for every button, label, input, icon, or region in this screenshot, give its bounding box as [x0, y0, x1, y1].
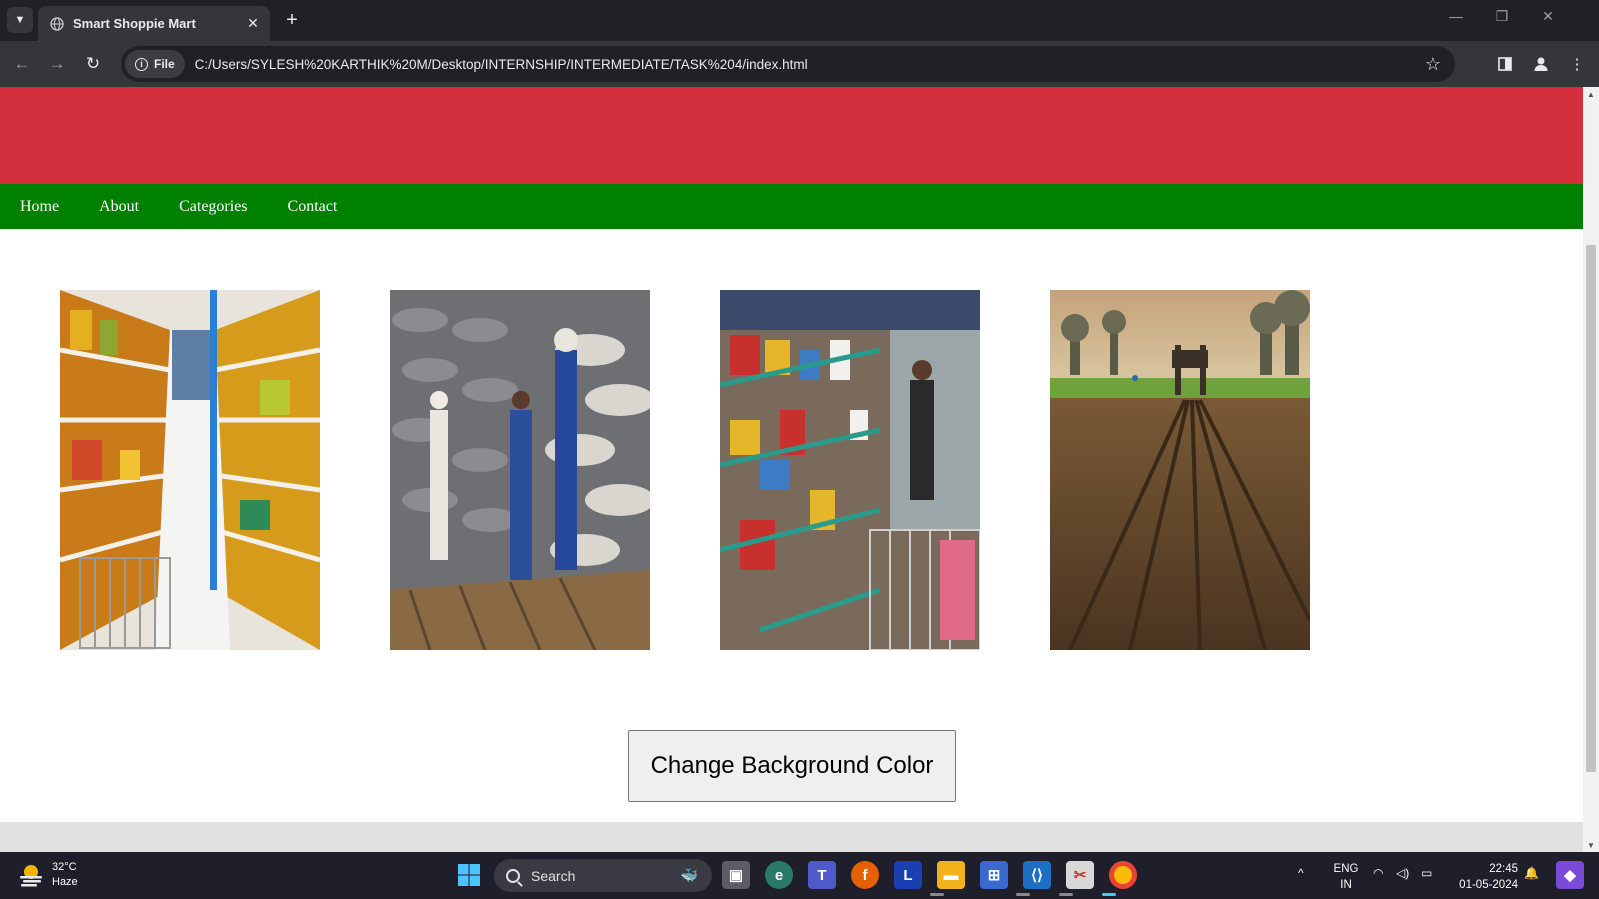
chip-label: File: [154, 57, 175, 71]
close-tab-icon[interactable]: ✕: [242, 15, 264, 32]
edge-browser-icon[interactable]: e: [765, 861, 793, 889]
supermarket-aisle-image: [60, 290, 320, 650]
nav-home-link[interactable]: Home: [20, 198, 59, 216]
change-background-color-button[interactable]: Change Background Color: [628, 730, 956, 802]
running-indicator: [1016, 893, 1030, 896]
side-panel-icon[interactable]: [1494, 53, 1516, 75]
taskbar-search[interactable]: Search 🐳: [494, 859, 712, 892]
address-bar[interactable]: i File C:/Users/SYLESH%20KARTHIK%20M/Des…: [121, 46, 1455, 82]
site-nav: Home About Categories Contact: [0, 184, 1583, 229]
globe-icon: [50, 16, 64, 31]
clock-time: 22:45: [1489, 863, 1518, 875]
browser-tab[interactable]: Smart Shoppie Mart ✕: [38, 6, 270, 41]
new-tab-button[interactable]: +: [280, 8, 304, 32]
nav-categories-link[interactable]: Categories: [179, 198, 247, 216]
search-icon: [506, 868, 520, 883]
menu-kebab-icon[interactable]: ⋮: [1566, 53, 1588, 75]
wifi-icon[interactable]: ◠: [1373, 866, 1383, 880]
taskbar-search-label: Search: [531, 867, 576, 884]
minimize-icon[interactable]: —: [1436, 8, 1476, 24]
microsoft-store-icon[interactable]: ⊞: [980, 861, 1008, 889]
copilot-icon[interactable]: ◆: [1556, 861, 1584, 889]
volume-icon[interactable]: ◁): [1396, 866, 1409, 880]
reload-icon[interactable]: ↻: [81, 52, 105, 76]
search-highlight-icon: 🐳: [680, 867, 698, 883]
input-language[interactable]: ENG IN: [1331, 861, 1361, 893]
nav-contact-link[interactable]: Contact: [288, 198, 338, 216]
forward-arrow-icon[interactable]: →: [45, 52, 69, 76]
teams-icon[interactable]: T: [808, 861, 836, 889]
url-text[interactable]: C:/Users/SYLESH%20KARTHIK%20M/Desktop/IN…: [195, 57, 1425, 72]
scrollbar-thumb[interactable]: [1586, 245, 1596, 772]
back-arrow-icon[interactable]: ←: [10, 52, 34, 76]
vscode-icon[interactable]: ⟨⟩: [1023, 861, 1051, 889]
active-running-indicator: [1102, 893, 1116, 896]
task-view-icon[interactable]: ▣: [722, 861, 750, 889]
bookmark-star-icon[interactable]: ☆: [1425, 54, 1441, 75]
site-header: [0, 87, 1583, 184]
scroll-down-arrow-icon[interactable]: ▼: [1583, 838, 1599, 852]
language-code: ENG: [1333, 863, 1359, 875]
tray-overflow-chevron-icon[interactable]: ^: [1298, 866, 1304, 880]
clock-date: 01-05-2024: [1459, 879, 1518, 891]
page-viewport: Home About Categories Contact Change Bac…: [0, 87, 1583, 852]
page-scrollbar[interactable]: ▲ ▼: [1583, 87, 1599, 852]
notification-bell-icon[interactable]: 🔔: [1524, 866, 1539, 880]
region-code: IN: [1340, 879, 1352, 891]
battery-icon[interactable]: ▭: [1421, 866, 1432, 880]
browser-toolbar: ← → ↻ i File C:/Users/SYLESH%20KARTHIK%2…: [0, 41, 1599, 87]
tab-search-button[interactable]: ▼: [7, 7, 33, 33]
warehouse-sacks-image: [390, 290, 650, 650]
info-icon: i: [135, 57, 148, 71]
profile-icon[interactable]: [1530, 53, 1552, 75]
system-clock[interactable]: 22:45 01-05-2024: [1452, 861, 1518, 893]
windows-taskbar: 32°C Haze Search 🐳 ▣ e T f L ▬ ⊞ ⟨⟩ ✂ ^ …: [0, 852, 1599, 899]
chevron-down-icon: ▼: [14, 14, 26, 26]
tab-strip: ▼ Smart Shoppie Mart ✕ + — ❐ ✕: [0, 0, 1599, 41]
haze-sun-icon: [20, 865, 42, 887]
weather-temperature: 32°C: [52, 861, 77, 873]
page-footer: [0, 822, 1583, 852]
tab-title: Smart Shoppie Mart: [73, 16, 196, 31]
running-indicator: [930, 893, 944, 896]
windows-start-icon[interactable]: [455, 861, 483, 889]
l-app-icon[interactable]: L: [894, 861, 922, 889]
farm-field-image: [1050, 290, 1310, 650]
close-window-icon[interactable]: ✕: [1528, 8, 1568, 25]
running-indicator: [1059, 893, 1073, 896]
weather-widget[interactable]: 32°C Haze: [18, 860, 78, 890]
file-explorer-icon[interactable]: ▬: [937, 861, 965, 889]
snipping-tool-icon[interactable]: ✂: [1066, 861, 1094, 889]
firefox-icon[interactable]: f: [851, 861, 879, 889]
nav-about-link[interactable]: About: [99, 198, 139, 216]
weather-description: Haze: [52, 876, 78, 888]
grocery-shelves-image: [720, 290, 980, 650]
chrome-icon[interactable]: [1109, 861, 1137, 889]
scroll-up-arrow-icon[interactable]: ▲: [1583, 87, 1599, 101]
site-info-chip[interactable]: i File: [125, 50, 185, 78]
restore-icon[interactable]: ❐: [1482, 8, 1522, 25]
